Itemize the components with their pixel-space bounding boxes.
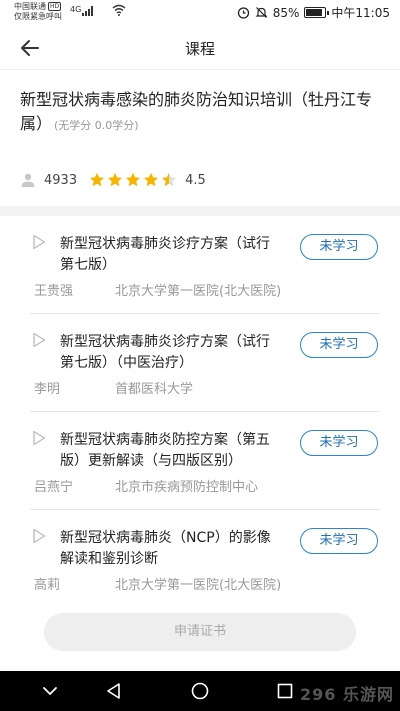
lesson-meta: 高莉 北京大学第一医院(北大医院) (34, 574, 281, 593)
lesson-org: 北京市疾病预防控制中心 (115, 480, 259, 495)
battery-percent: 85% (272, 5, 300, 20)
course-page: 中国联通 HD 仅限紧急呼叫 4G 85% 中午11:05 课程 新型冠状病毒感… (0, 0, 400, 711)
alarm-icon (237, 7, 249, 19)
course-stats: 4933 4.5 (20, 170, 206, 190)
lesson-meta: 李明 首都医科大学 (34, 378, 193, 397)
system-nav-bar: 296 乐游网 (0, 671, 400, 711)
back-triangle-icon[interactable] (104, 681, 124, 701)
rating-value: 4.5 (185, 172, 206, 188)
lesson-teacher: 李明 (34, 382, 61, 397)
hd-badge: HD (48, 2, 62, 11)
lesson-org: 首都医科大学 (115, 382, 194, 397)
lesson-title: 新型冠状病毒肺炎诊疗方案（试行第七版）（中医治疗） (60, 334, 270, 371)
status-bar: 中国联通 HD 仅限紧急呼叫 4G 85% 中午11:05 (0, 0, 400, 26)
lesson-teacher: 王贵强 (34, 284, 74, 299)
play-icon (33, 234, 46, 250)
study-status-button[interactable]: 未学习 (300, 430, 378, 456)
watermark: 296 乐游网 (300, 685, 394, 704)
footer-bar: 申请证书 (0, 605, 400, 671)
clock: 中午11:05 (331, 6, 390, 20)
lesson-title: 新型冠状病毒肺炎诊疗方案（试行第七版） (60, 236, 270, 273)
play-icon (33, 430, 46, 446)
lesson-title: 新型冠状病毒肺炎防控方案（第五版）更新解读（与四版区别） (60, 432, 270, 469)
star-icon (89, 172, 105, 187)
star-icon (107, 172, 123, 187)
carrier-name: 中国联通 (14, 2, 46, 11)
apply-certificate-button[interactable]: 申请证书 (44, 613, 356, 651)
lesson-teacher: 吕燕宁 (34, 480, 74, 495)
home-circle-icon[interactable] (190, 681, 210, 701)
lesson-org: 北京大学第一医院(北大医院) (115, 284, 282, 299)
star-icon (125, 172, 141, 187)
lesson-item[interactable]: 新型冠状病毒肺炎（NCP）的影像解读和鉴别诊断 未学习 高莉 北京大学第一医院(… (30, 510, 380, 608)
lesson-item[interactable]: 新型冠状病毒肺炎诊疗方案（试行第七版） 未学习 王贵强 北京大学第一医院(北大医… (30, 216, 380, 314)
page-title: 课程 (184, 40, 215, 58)
course-header: 新型冠状病毒感染的肺炎防治知识培训（牡丹江专属） (无学分 0.0学分) 4933… (0, 70, 400, 206)
signal-icon (82, 6, 93, 16)
learner-count: 4933 (44, 172, 78, 188)
carrier-info: 中国联通 HD 仅限紧急呼叫 (14, 2, 62, 22)
lesson-item[interactable]: 新型冠状病毒肺炎诊疗方案（试行第七版）（中医治疗） 未学习 李明 首都医科大学 (30, 314, 380, 412)
rating-stars (89, 172, 177, 188)
star-icon (143, 172, 159, 187)
nav-header: 课程 (0, 26, 400, 70)
mute-icon (255, 7, 268, 18)
study-status-button[interactable]: 未学习 (300, 528, 378, 554)
study-status-button[interactable]: 未学习 (300, 234, 378, 260)
study-status-button[interactable]: 未学习 (300, 332, 378, 358)
lesson-org: 北京大学第一医院(北大医院) (115, 578, 282, 593)
lesson-item[interactable]: 新型冠状病毒肺炎防控方案（第五版）更新解读（与四版区别） 未学习 吕燕宁 北京市… (30, 412, 380, 510)
play-icon (33, 332, 46, 348)
network-type: 4G (70, 5, 82, 14)
lesson-meta: 王贵强 北京大学第一医院(北大医院) (34, 280, 281, 299)
lesson-list: 新型冠状病毒肺炎诊疗方案（试行第七版） 未学习 王贵强 北京大学第一医院(北大医… (0, 216, 400, 608)
collapse-chevron-icon[interactable] (40, 681, 60, 701)
star-icon (161, 172, 177, 187)
wifi-icon (112, 4, 126, 16)
course-title-block: 新型冠状病毒感染的肺炎防治知识培训（牡丹江专属） (无学分 0.0学分) (20, 88, 390, 138)
learners-icon (21, 173, 35, 187)
emergency-text: 仅限紧急呼叫 (14, 12, 62, 21)
recents-square-icon[interactable] (275, 681, 295, 701)
lesson-title: 新型冠状病毒肺炎（NCP）的影像解读和鉴别诊断 (60, 530, 271, 567)
play-icon (33, 528, 46, 544)
section-divider (0, 206, 400, 216)
lesson-teacher: 高莉 (34, 578, 61, 593)
lesson-meta: 吕燕宁 北京市疾病预防控制中心 (34, 476, 258, 495)
course-credit: (无学分 0.0学分) (54, 119, 139, 132)
status-right: 85% 中午11:05 (237, 4, 390, 21)
battery-icon (304, 7, 330, 18)
